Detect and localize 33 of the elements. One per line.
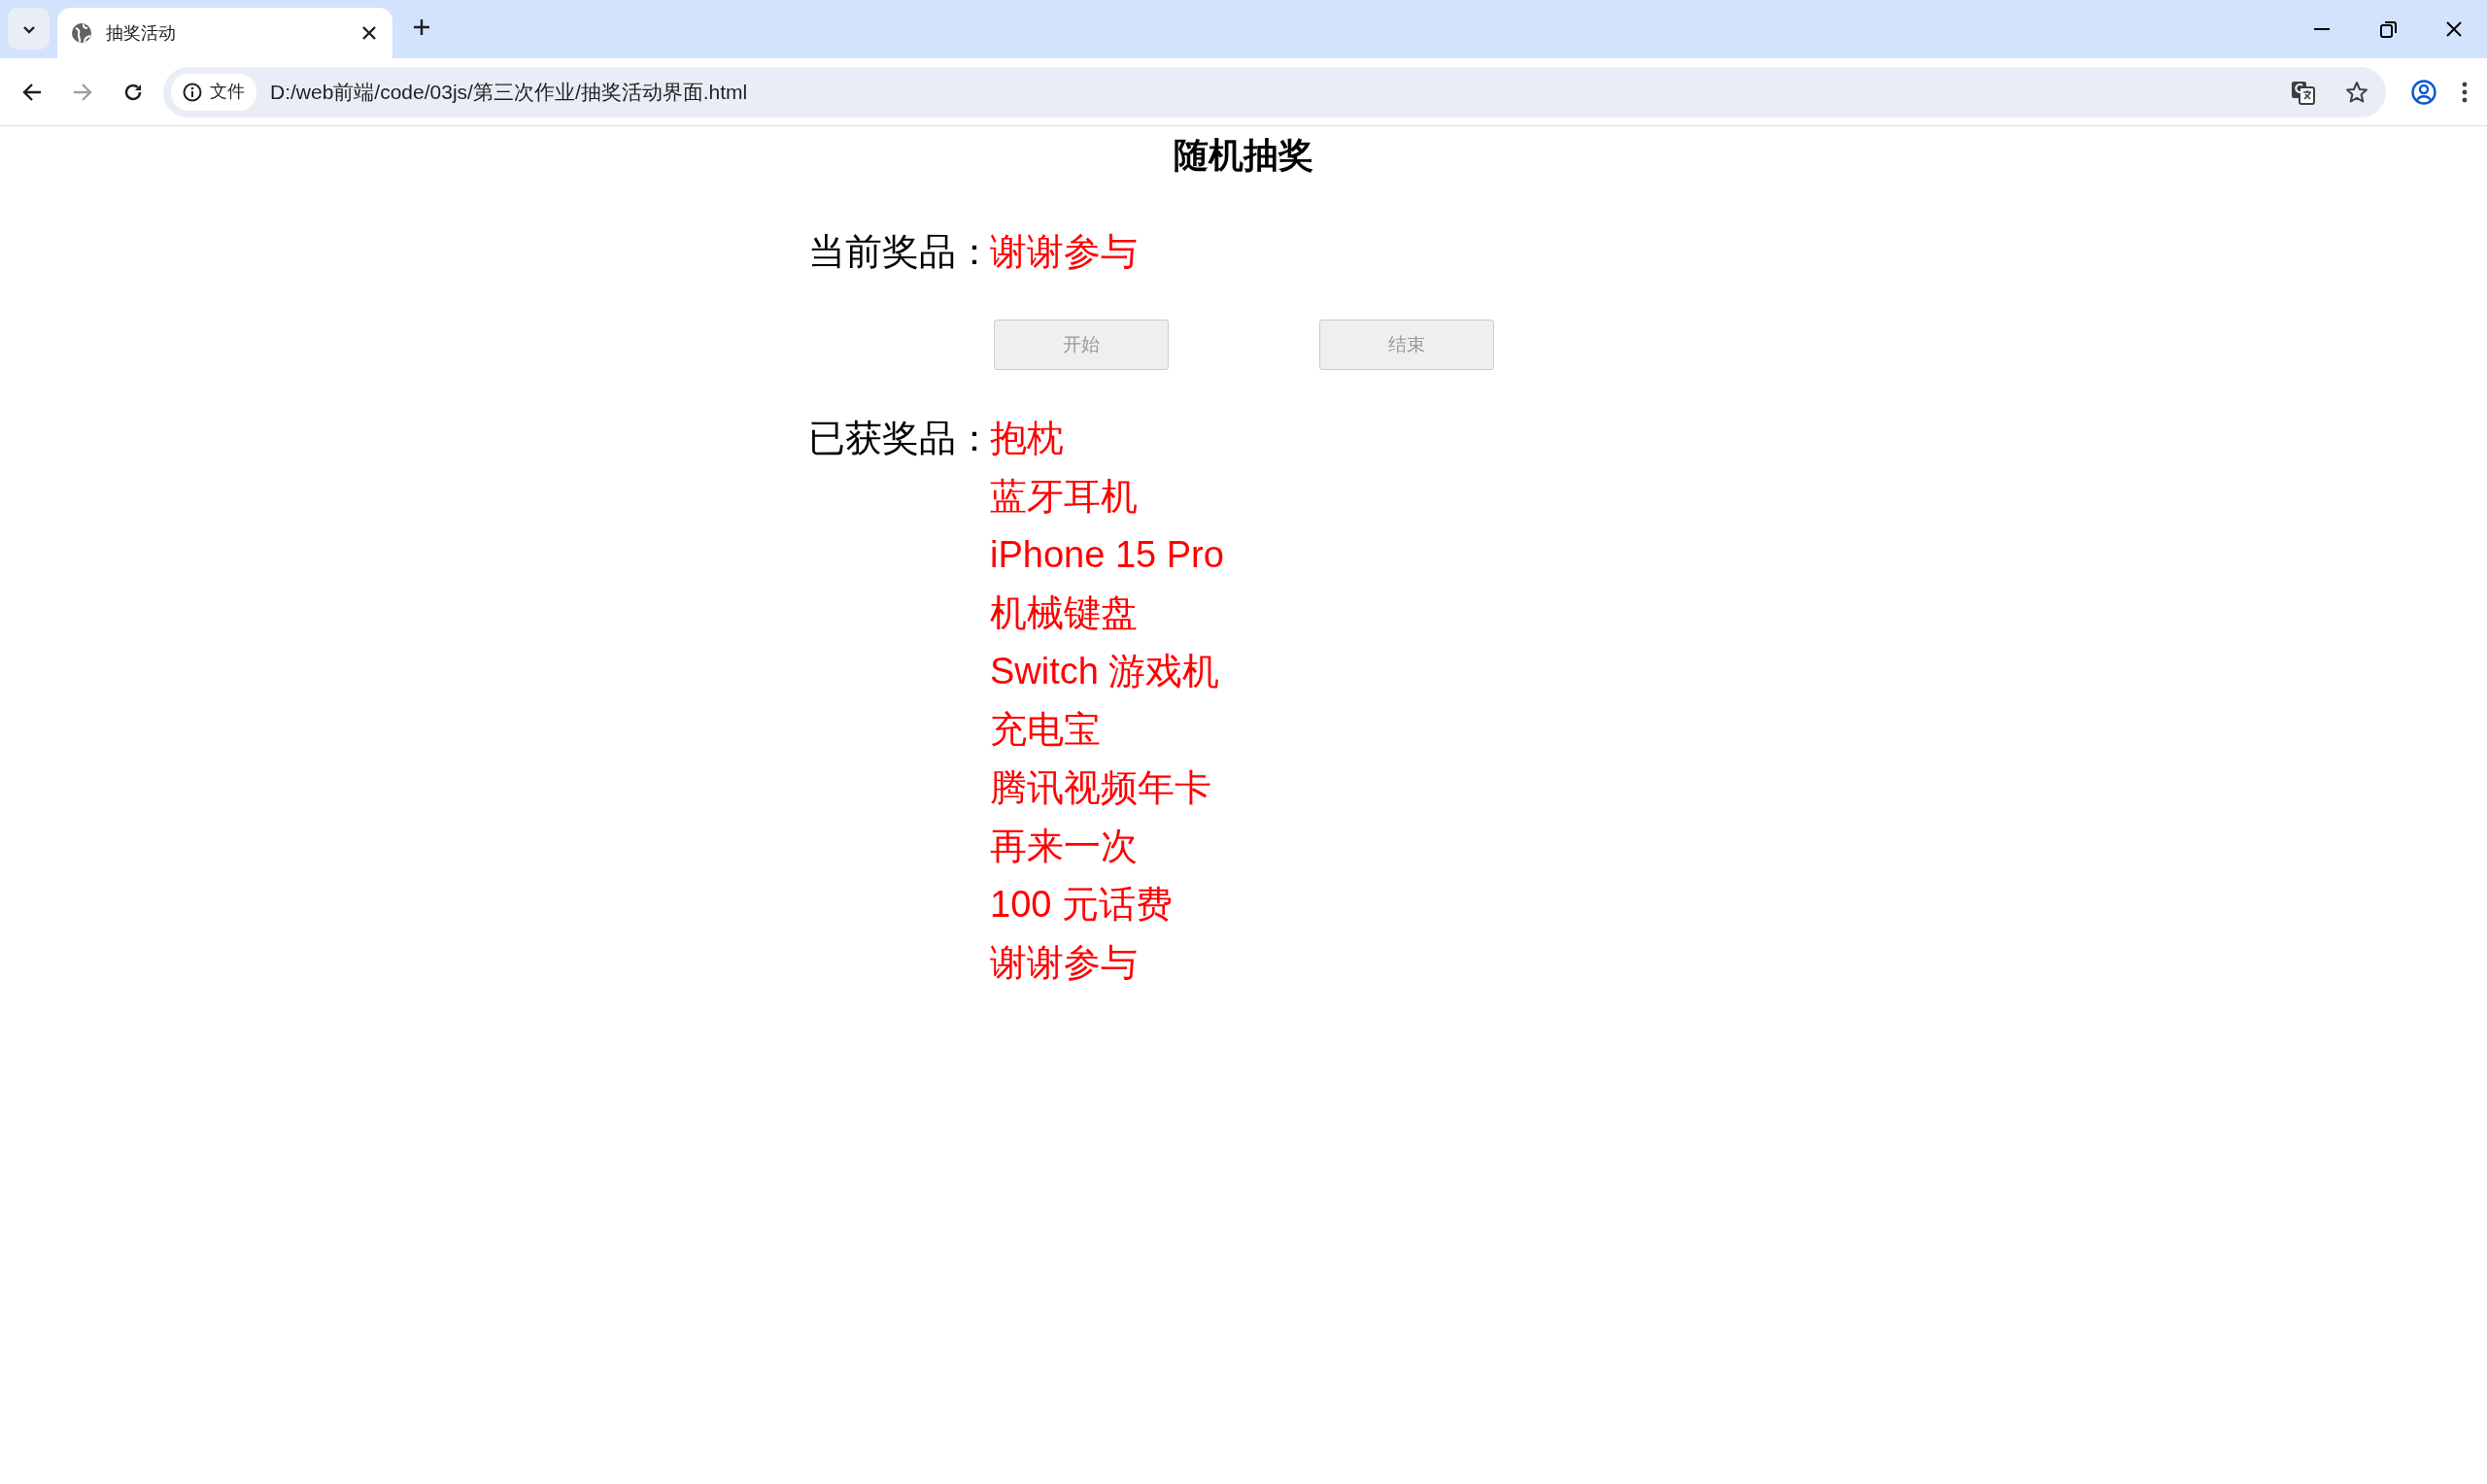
menu-icon[interactable]	[2462, 81, 2468, 103]
url-text: D:/web前端/code/03js/第三次作业/抽奖活动界面.html	[270, 79, 748, 105]
won-prize: iPhone 15 Pro	[990, 533, 1224, 578]
won-prize: Switch 游戏机	[990, 650, 1220, 694]
won-prize: 蓝牙耳机	[990, 475, 1138, 520]
profile-icon[interactable]	[2411, 79, 2436, 105]
page-title: 随机抽奖	[1173, 134, 1314, 177]
address-bar[interactable]: 文件 D:/web前端/code/03js/第三次作业/抽奖活动界面.html	[163, 66, 2386, 118]
back-arrow-icon	[22, 83, 42, 101]
tab-title: 抽奖活动	[106, 21, 176, 45]
minimize-icon	[2314, 27, 2330, 31]
reload-icon	[123, 82, 143, 102]
plus-icon	[412, 17, 431, 37]
globe-icon	[71, 22, 92, 44]
close-icon	[361, 25, 377, 41]
won-prize: 机械键盘	[990, 591, 1138, 636]
won-prize: 充电宝	[990, 708, 1101, 753]
info-icon	[183, 82, 202, 102]
star-icon[interactable]	[2345, 80, 2368, 104]
won-prize: 抱枕	[990, 417, 1064, 461]
won-prize: 谢谢参与	[990, 941, 1138, 986]
translate-icon[interactable]	[2291, 79, 2316, 105]
forward-arrow-icon	[73, 83, 92, 101]
site-info-chip[interactable]: 文件	[171, 73, 256, 111]
current-prize-label: 当前奖品：	[808, 230, 990, 275]
won-prize: 100 元话费	[990, 883, 1173, 928]
won-prize: 腾讯视频年卡	[990, 766, 1211, 811]
restore-icon	[2379, 20, 2397, 38]
browser-tab[interactable]: 抽奖活动	[57, 8, 392, 58]
won-prize: 再来一次	[990, 825, 1138, 869]
won-prizes-label: 已获奖品：	[808, 417, 990, 461]
close-icon	[2446, 21, 2462, 37]
current-prize: 谢谢参与	[990, 230, 1138, 275]
